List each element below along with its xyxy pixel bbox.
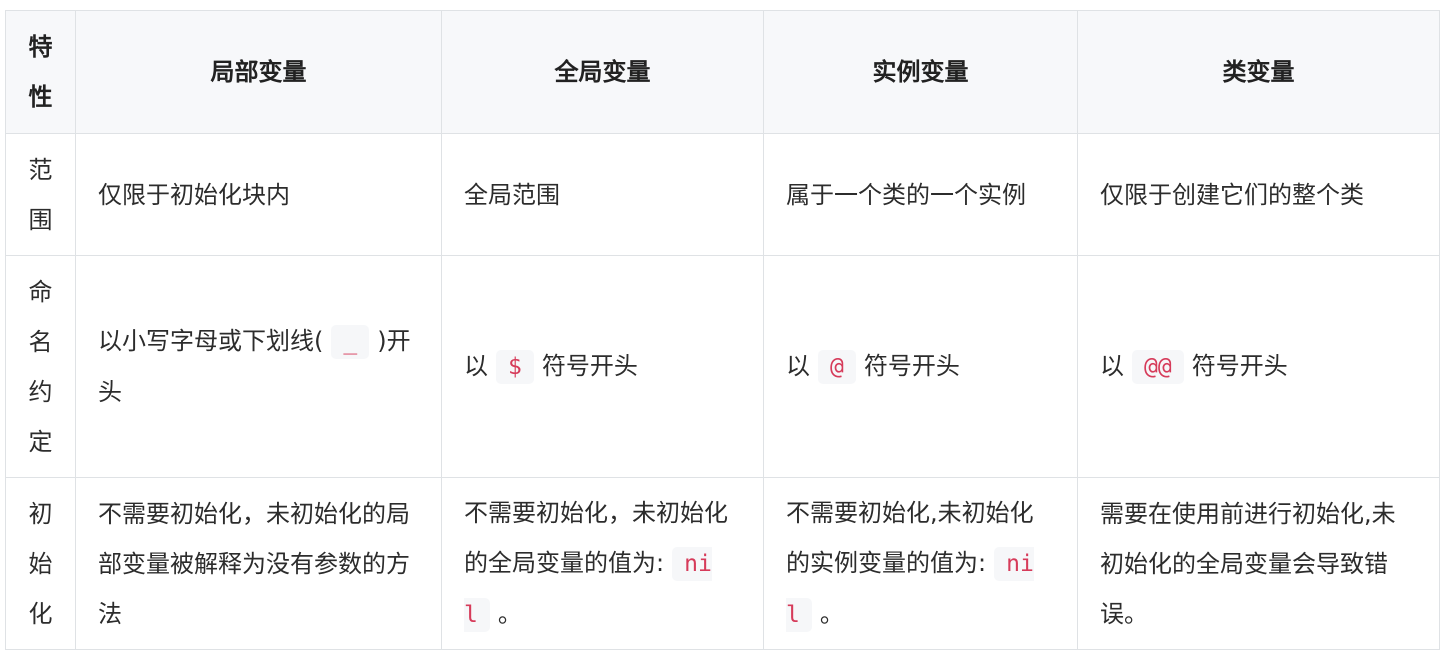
table-header-row: 特性 局部变量 全局变量 实例变量 类变量	[5, 10, 1440, 134]
scope-instance-cell: 属于一个类的一个实例	[763, 133, 1078, 256]
feature-cell-naming-char-1: 命	[28, 277, 53, 306]
feature-cell-scope-char-1: 范	[28, 155, 53, 184]
feature-cell-naming-char-3: 约	[28, 377, 53, 406]
naming-global-code: $	[496, 350, 534, 384]
feature-cell-initialization-char-3: 化	[28, 599, 53, 628]
naming-class-suffix: 符号开头	[1191, 352, 1288, 380]
init-instance-cell: 不需要初始化,未初始化的实例变量的值为: nil。	[763, 477, 1078, 650]
feature-cell-naming-char-4: 定	[28, 427, 53, 456]
header-feature: 特性	[5, 10, 76, 134]
header-feature-char-2: 性	[28, 83, 53, 111]
naming-global-prefix: 以	[464, 352, 488, 380]
naming-local-prefix: 以小写字母或下划线(	[98, 327, 324, 355]
feature-cell-initialization-char-2: 始	[28, 549, 53, 578]
feature-cell-scope: 范围	[5, 133, 76, 256]
feature-cell-naming-char-2: 名	[28, 327, 53, 356]
naming-instance-cell: 以 @ 符号开头	[763, 255, 1078, 478]
naming-class-cell: 以 @@ 符号开头	[1077, 255, 1440, 478]
feature-cell-scope-char-2: 围	[28, 205, 53, 234]
variable-comparison-table: 特性 局部变量 全局变量 实例变量 类变量 范围 仅限于初始化块内 全局范围 属…	[5, 10, 1440, 650]
header-global-variable: 全局变量	[441, 10, 764, 134]
naming-instance-prefix: 以	[786, 352, 810, 380]
init-global-suffix: 。	[497, 599, 522, 628]
naming-local-cell: 以小写字母或下划线(_)开头	[75, 255, 442, 478]
naming-class-code: @@	[1132, 350, 1184, 384]
feature-cell-initialization-char-1: 初	[28, 499, 53, 528]
scope-class-cell: 仅限于创建它们的整个类	[1077, 133, 1440, 256]
comparison-table-container: 特性 局部变量 全局变量 实例变量 类变量 范围 仅限于初始化块内 全局范围 属…	[5, 10, 1440, 650]
header-local-variable: 局部变量	[75, 10, 442, 134]
init-class-cell: 需要在使用前进行初始化,未初始化的全局变量会导致错误。	[1077, 477, 1440, 650]
init-global-cell: 不需要初始化，未初始化的全局变量的值为: nil。	[441, 477, 764, 650]
naming-class-prefix: 以	[1100, 352, 1124, 380]
header-instance-variable: 实例变量	[763, 10, 1078, 134]
naming-instance-suffix: 符号开头	[863, 352, 960, 380]
naming-global-suffix: 符号开头	[541, 352, 638, 380]
naming-local-code: _	[331, 325, 370, 359]
table-row-scope: 范围 仅限于初始化块内 全局范围 属于一个类的一个实例 仅限于创建它们的整个类	[5, 133, 1440, 256]
table-row-initialization: 初始化 不需要初始化，未初始化的局部变量被解释为没有参数的方法 不需要初始化，未…	[5, 477, 1440, 650]
header-feature-char-1: 特	[28, 33, 53, 61]
feature-cell-naming: 命名约定	[5, 255, 76, 478]
init-instance-suffix: 。	[819, 599, 844, 628]
init-local-cell: 不需要初始化，未初始化的局部变量被解释为没有参数的方法	[75, 477, 442, 650]
header-class-variable: 类变量	[1077, 10, 1440, 134]
scope-global-cell: 全局范围	[441, 133, 764, 256]
table-row-naming: 命名约定 以小写字母或下划线(_)开头 以 $ 符号开头 以 @ 符号开头 以 @@ 符号开…	[5, 255, 1440, 478]
naming-instance-code: @	[818, 350, 856, 384]
naming-global-cell: 以 $ 符号开头	[441, 255, 764, 478]
scope-local-cell: 仅限于初始化块内	[75, 133, 442, 256]
feature-cell-initialization: 初始化	[5, 477, 76, 650]
